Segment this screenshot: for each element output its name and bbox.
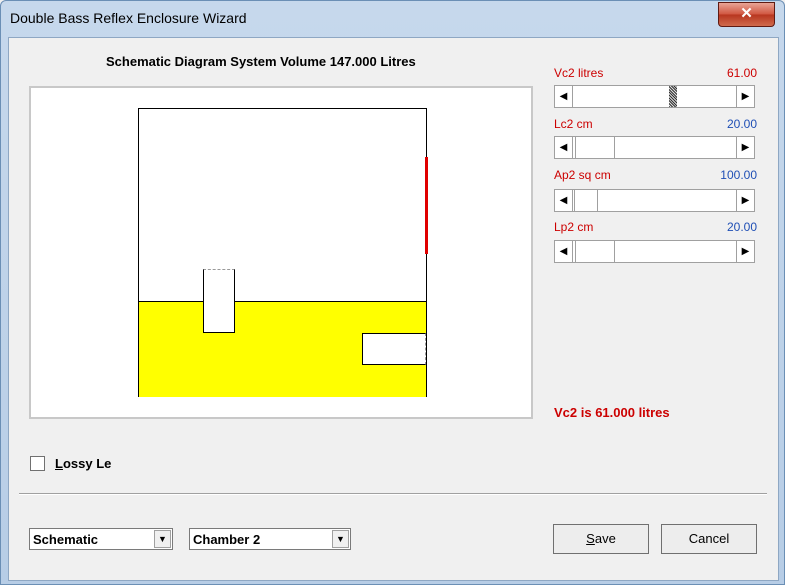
param-lc2-label: Lc2 cm xyxy=(554,117,593,131)
scroll-right-icon[interactable]: ▶ xyxy=(736,241,754,262)
lossy-le-label[interactable]: Lossy Le xyxy=(55,456,111,471)
param-ap2-label: Ap2 sq cm xyxy=(554,168,611,182)
port-2 xyxy=(362,333,426,365)
save-mnemonic: S xyxy=(586,531,595,546)
dialog-client: Schematic Diagram System Volume 147.000 … xyxy=(8,37,779,581)
scroll-thumb[interactable] xyxy=(575,137,615,158)
scroll-left-icon[interactable]: ◀ xyxy=(555,137,573,158)
chamber-select-value: Chamber 2 xyxy=(193,532,261,547)
scroll-thumb[interactable] xyxy=(669,86,677,107)
window-title: Double Bass Reflex Enclosure Wizard xyxy=(10,10,247,26)
cancel-button[interactable]: Cancel xyxy=(661,524,757,554)
title-bar: Double Bass Reflex Enclosure Wizard ✕ xyxy=(0,0,785,36)
scroll-thumb[interactable] xyxy=(574,190,598,211)
schematic-panel xyxy=(29,86,533,419)
scroll-right-icon[interactable]: ▶ xyxy=(736,190,754,211)
param-lc2-scrollbar[interactable]: ◀ ▶ xyxy=(554,136,755,159)
param-ap2-value: 100.00 xyxy=(720,168,757,182)
driver-marker xyxy=(425,157,428,254)
param-ap2-scrollbar[interactable]: ◀ ▶ xyxy=(554,189,755,212)
view-select-value: Schematic xyxy=(33,532,99,547)
chevron-down-icon[interactable]: ▼ xyxy=(332,530,349,548)
param-lp2-label: Lp2 cm xyxy=(554,220,594,234)
lossy-le-checkbox[interactable] xyxy=(30,456,45,471)
enclosure-outline xyxy=(138,108,428,397)
close-icon: ✕ xyxy=(740,5,753,22)
diagram-title: Schematic Diagram System Volume 147.000 … xyxy=(106,54,416,69)
scroll-left-icon[interactable]: ◀ xyxy=(555,241,573,262)
param-vc2-label: Vc2 litres xyxy=(554,66,604,80)
chamber-select[interactable]: Chamber 2 ▼ xyxy=(189,528,351,550)
param-vc2-scrollbar[interactable]: ◀ ▶ xyxy=(554,85,755,108)
param-lp2-value: 20.00 xyxy=(726,220,757,234)
port-1 xyxy=(203,269,235,333)
scroll-left-icon[interactable]: ◀ xyxy=(555,86,573,107)
param-lc2-value: 20.00 xyxy=(726,117,757,131)
close-button[interactable]: ✕ xyxy=(718,2,775,27)
param-vc2-value: 61.00 xyxy=(726,66,757,80)
lossy-le-label-rest: ossy Le xyxy=(62,456,112,471)
chevron-down-icon[interactable]: ▼ xyxy=(154,530,171,548)
scroll-right-icon[interactable]: ▶ xyxy=(736,137,754,158)
scroll-right-icon[interactable]: ▶ xyxy=(736,86,754,107)
separator xyxy=(19,493,767,495)
scroll-left-icon[interactable]: ◀ xyxy=(555,190,573,211)
save-label-rest: ave xyxy=(594,531,616,546)
status-text: Vc2 is 61.000 litres xyxy=(554,405,670,420)
scroll-thumb[interactable] xyxy=(575,241,615,262)
view-select[interactable]: Schematic ▼ xyxy=(29,528,173,550)
param-lp2-scrollbar[interactable]: ◀ ▶ xyxy=(554,240,755,263)
lossy-le-mnemonic: L xyxy=(55,456,63,471)
save-button[interactable]: Save xyxy=(553,524,649,554)
